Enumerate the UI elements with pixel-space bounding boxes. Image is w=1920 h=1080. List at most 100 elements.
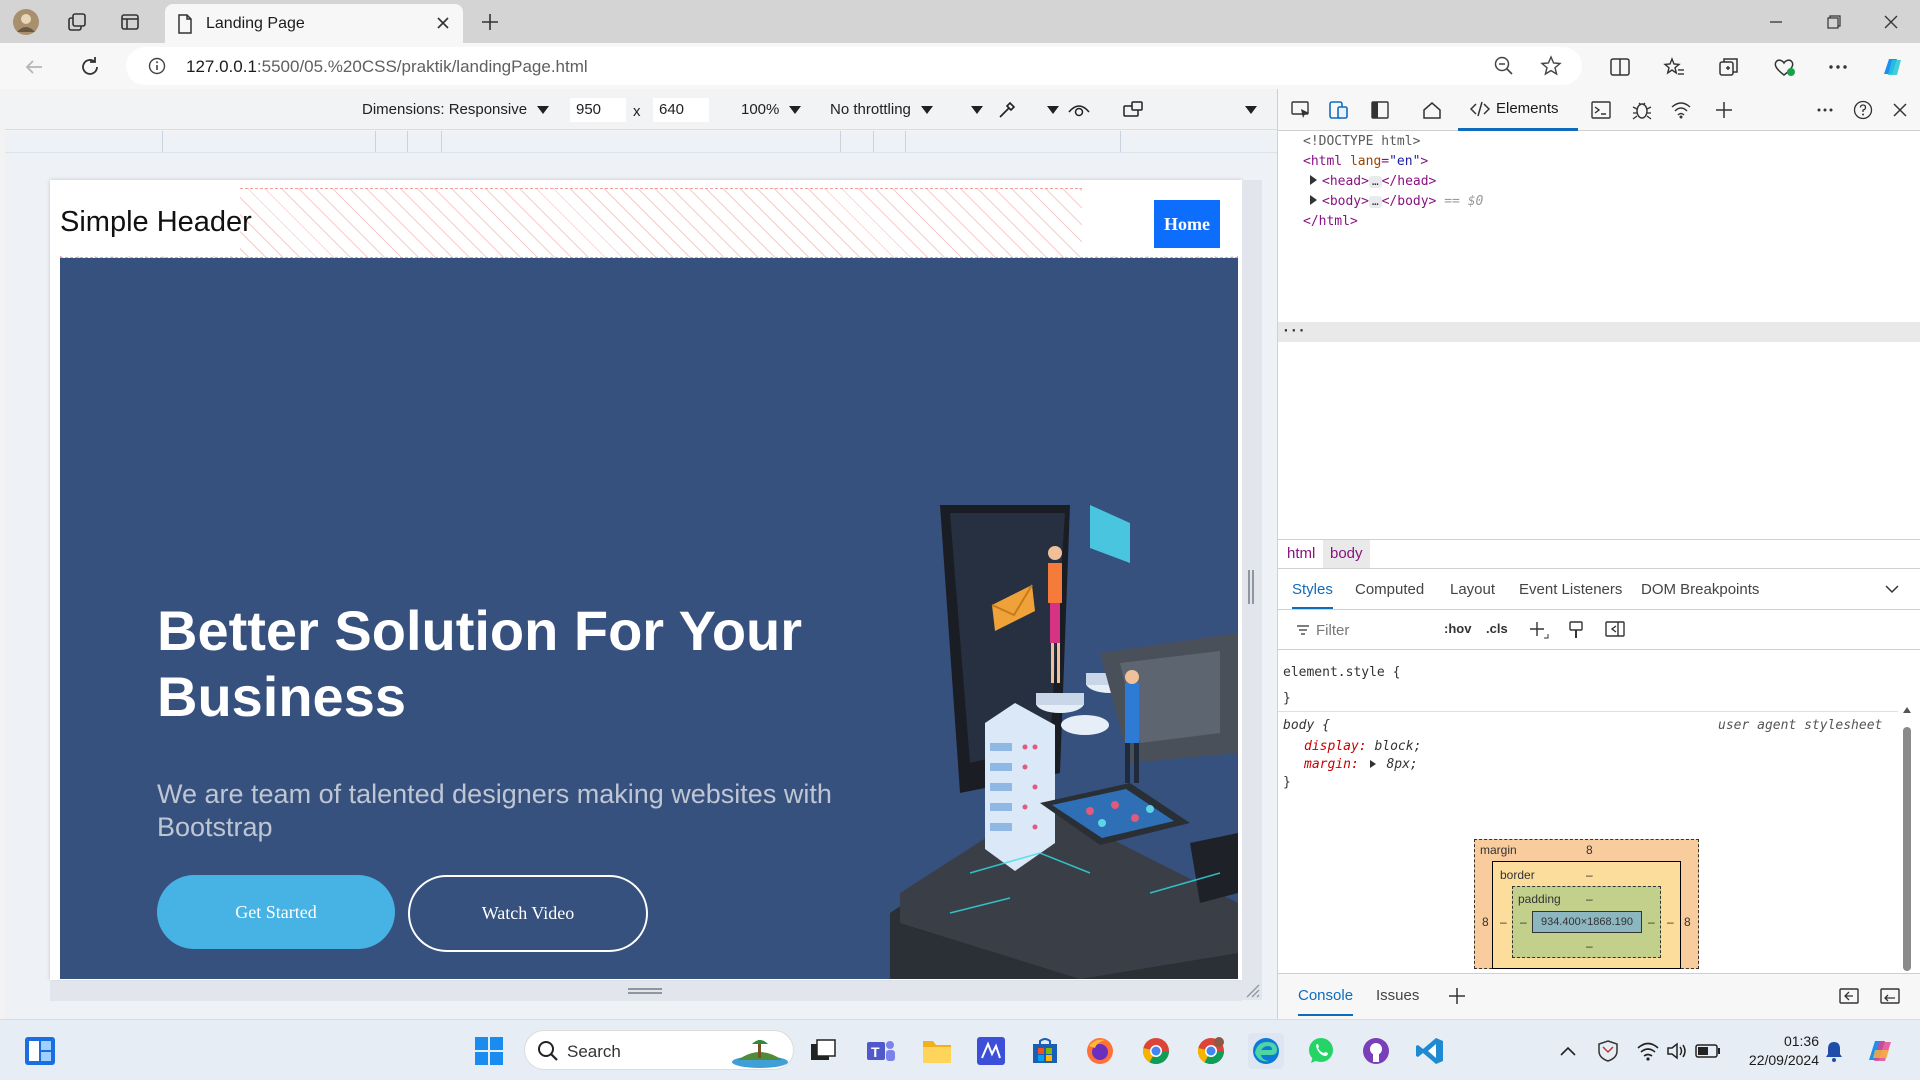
styles-filter-input[interactable]: Filter xyxy=(1286,616,1436,644)
toolbar-options-icon[interactable] xyxy=(1239,99,1263,121)
padding-top-value[interactable]: – xyxy=(1586,892,1593,906)
file-explorer-icon[interactable] xyxy=(919,1033,955,1069)
dock-side-icon[interactable] xyxy=(1368,99,1392,121)
cls-toggle[interactable]: .cls xyxy=(1486,621,1508,636)
border-right-value[interactable]: – xyxy=(1667,915,1674,929)
dom-body-node[interactable]: <body>… </body> == $0 xyxy=(1310,192,1483,212)
resize-handle-bottom[interactable] xyxy=(50,981,1242,1001)
widgets-icon[interactable] xyxy=(22,1033,58,1069)
workspaces-icon[interactable] xyxy=(63,8,91,36)
battery-icon[interactable] xyxy=(1690,1033,1726,1069)
window-close-icon[interactable] xyxy=(1862,0,1920,43)
tab-styles[interactable]: Styles xyxy=(1292,570,1333,609)
expand-margin-icon[interactable] xyxy=(1369,760,1376,768)
box-model-content[interactable]: 934.400×1868.190 xyxy=(1532,911,1642,933)
vertical-tabs-icon[interactable] xyxy=(116,8,144,36)
border-top-value[interactable]: – xyxy=(1586,868,1593,882)
dom-html-open[interactable]: <html lang="en"> xyxy=(1303,152,1428,172)
network-wifi-icon[interactable] xyxy=(1669,99,1693,121)
microsoft-store-icon[interactable] xyxy=(1027,1033,1063,1069)
paint-brush-icon[interactable] xyxy=(1568,620,1584,640)
favorite-star-icon[interactable] xyxy=(1540,55,1562,77)
show-hidden-icons-chevron-icon[interactable] xyxy=(1550,1033,1586,1069)
copilot-taskbar-icon[interactable] xyxy=(1862,1033,1898,1069)
app-launcher-icon[interactable] xyxy=(973,1033,1009,1069)
tab-close-icon[interactable] xyxy=(433,13,453,33)
restore-icon[interactable] xyxy=(1805,0,1863,43)
drawer-tab-issues[interactable]: Issues xyxy=(1376,987,1419,1004)
dom-html-close[interactable]: </html> xyxy=(1303,212,1358,232)
more-dropdown-icon[interactable] xyxy=(965,99,989,121)
margin-declaration[interactable]: margin: 8px; xyxy=(1304,757,1418,772)
watch-video-button[interactable]: Watch Video xyxy=(408,875,648,952)
url-text[interactable]: 127.0.0.1:5500/05.%20CSS/praktik/landing… xyxy=(186,57,588,77)
dom-row-menu-icon[interactable]: ··· xyxy=(1282,322,1305,342)
back-arrow-icon[interactable] xyxy=(18,51,50,83)
more-tools-plus-icon[interactable] xyxy=(1712,99,1736,121)
expand-head-icon[interactable] xyxy=(1310,175,1317,185)
hov-toggle[interactable]: :hov xyxy=(1444,621,1471,636)
system-clock[interactable]: 01:36 22/09/2024 xyxy=(1735,1032,1819,1070)
device-emulation-icon[interactable] xyxy=(1327,99,1351,121)
breadcrumb-html[interactable]: html xyxy=(1280,540,1322,568)
styles-tabs-chevron-icon[interactable] xyxy=(1885,584,1899,594)
minimize-icon[interactable] xyxy=(1747,0,1805,43)
teams-icon[interactable]: T xyxy=(863,1033,899,1069)
height-input[interactable]: 640 xyxy=(653,98,709,122)
site-info-icon[interactable] xyxy=(148,57,166,75)
eye-icon[interactable] xyxy=(1067,99,1091,121)
tab-elements[interactable]: Elements xyxy=(1458,89,1578,131)
notifications-bell-icon[interactable] xyxy=(1816,1033,1852,1069)
address-bar[interactable]: 127.0.0.1:5500/05.%20CSS/praktik/landing… xyxy=(126,47,1582,85)
tab-dom-breakpoints[interactable]: DOM Breakpoints xyxy=(1641,570,1759,609)
split-screen-icon[interactable] xyxy=(1604,51,1636,83)
favorites-icon[interactable] xyxy=(1658,51,1690,83)
firefox-icon[interactable] xyxy=(1082,1033,1118,1069)
computed-sidebar-icon[interactable] xyxy=(1605,620,1625,638)
help-icon[interactable] xyxy=(1851,99,1875,121)
expand-body-icon[interactable] xyxy=(1310,195,1317,205)
inspect-element-icon[interactable] xyxy=(1289,99,1313,121)
rotate-device-icon[interactable] xyxy=(1121,99,1145,121)
start-windows-icon[interactable] xyxy=(471,1033,507,1069)
breadcrumb-body[interactable]: body xyxy=(1323,540,1370,568)
chrome-profile-icon[interactable] xyxy=(1193,1033,1229,1069)
welcome-home-icon[interactable] xyxy=(1420,99,1444,121)
task-view-icon[interactable] xyxy=(805,1033,841,1069)
vscode-icon[interactable] xyxy=(1412,1033,1448,1069)
throttling-dropdown[interactable]: No throttling xyxy=(830,101,933,118)
security-shield-icon[interactable] xyxy=(1590,1033,1626,1069)
vision-dropdown-icon[interactable] xyxy=(1041,99,1065,121)
dom-doctype[interactable]: <!DOCTYPE html> xyxy=(1303,132,1420,152)
chrome-icon[interactable] xyxy=(1138,1033,1174,1069)
color-picker-icon[interactable] xyxy=(995,99,1019,121)
refresh-icon[interactable] xyxy=(74,51,106,83)
tab-computed[interactable]: Computed xyxy=(1355,570,1424,609)
tab-layout[interactable]: Layout xyxy=(1450,570,1495,609)
get-started-button[interactable]: Get Started xyxy=(157,875,395,949)
drawer-add-tab-icon[interactable] xyxy=(1448,987,1466,1005)
browser-essentials-icon[interactable] xyxy=(1768,51,1800,83)
profile-avatar-icon[interactable] xyxy=(12,8,40,36)
new-tab-icon[interactable] xyxy=(476,8,504,36)
padding-bottom-value[interactable]: – xyxy=(1586,939,1593,953)
close-devtools-icon[interactable] xyxy=(1888,99,1912,121)
tab-landing-page[interactable]: Landing Page xyxy=(165,4,463,43)
head-collapsed-ellipsis[interactable]: … xyxy=(1368,176,1382,188)
margin-top-value[interactable]: 8 xyxy=(1586,843,1593,857)
drawer-tab-console[interactable]: Console xyxy=(1298,987,1354,1016)
whatsapp-icon[interactable] xyxy=(1303,1033,1339,1069)
resize-handle-right[interactable] xyxy=(1242,180,1262,1000)
edge-icon[interactable] xyxy=(1248,1033,1284,1069)
resize-corner-icon[interactable] xyxy=(1245,983,1261,999)
padding-left-value[interactable]: – xyxy=(1520,915,1527,929)
media-query-ruler[interactable] xyxy=(5,131,1277,153)
display-declaration[interactable]: display: block; xyxy=(1304,739,1421,754)
devtools-menu-icon[interactable] xyxy=(1813,99,1837,121)
github-desktop-icon[interactable] xyxy=(1358,1033,1394,1069)
new-style-rule-icon[interactable] xyxy=(1528,620,1550,640)
border-left-value[interactable]: – xyxy=(1500,915,1507,929)
dom-head-node[interactable]: <head>… </head> xyxy=(1310,172,1436,192)
dimensions-dropdown[interactable]: Dimensions: Responsive xyxy=(362,101,550,118)
drawer-dock-icon[interactable] xyxy=(1838,987,1860,1005)
